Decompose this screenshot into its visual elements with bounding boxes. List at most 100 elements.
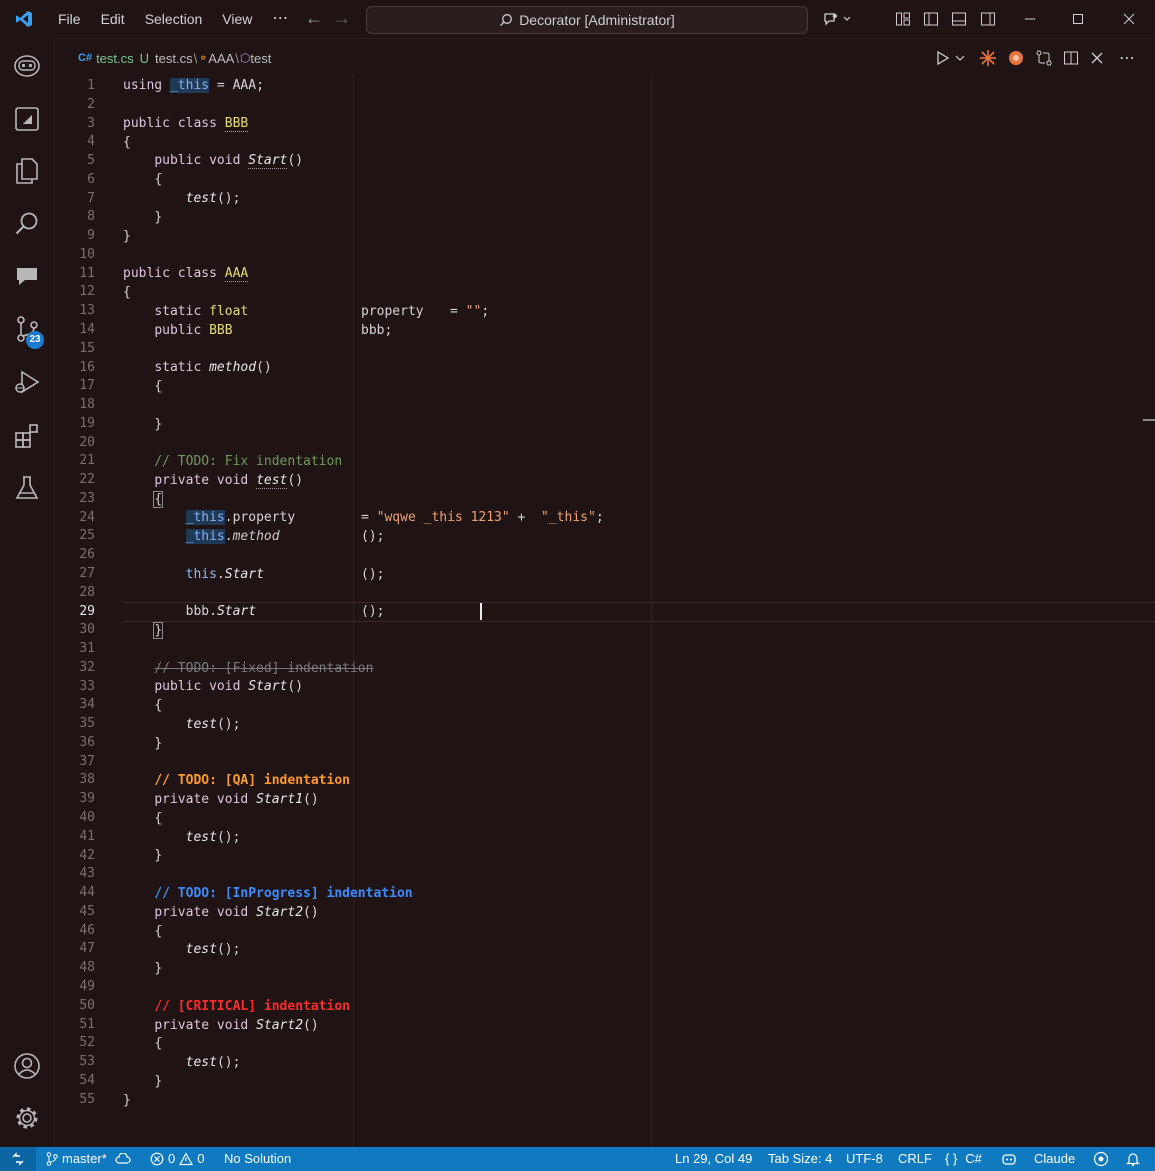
code-line: } [55,208,1155,227]
breadcrumb-file[interactable]: test.cs [155,51,193,66]
settings-gear-icon[interactable] [11,1102,43,1134]
explorer-icon[interactable] [11,155,43,187]
chat-status-icon[interactable] [1093,1147,1109,1171]
code-editor[interactable]: 1 2 3 4 5 6 7 8 9 10 11 12 13 14 15 16 17 18 19 20 21 22 23 24 2… [55,75,1155,1147]
code-token: static [154,304,202,319]
code-token: Start2 [256,905,304,920]
claude-status[interactable]: Claude [1034,1147,1075,1171]
code-token: _this [185,510,225,525]
error-icon [150,1152,164,1166]
menu-selection[interactable]: Selection [135,0,213,38]
extensions-icon[interactable] [11,420,43,452]
todo-comment-fixed: // TODO: [Fixed] indentation [154,661,374,676]
run-icon[interactable] [935,50,951,66]
remote-indicator-icon[interactable] [0,1147,36,1171]
account-icon[interactable] [11,1050,43,1082]
code-token: () [303,1018,319,1033]
breadcrumb-member[interactable]: test [250,51,271,66]
minimize-icon[interactable] [1006,0,1054,38]
problems-status[interactable]: 0 0 [150,1147,204,1171]
menu-file[interactable]: File [48,0,91,38]
code-line: private void test() [55,471,1155,490]
code-token: private void [154,473,249,488]
code-line: _this.method (); [55,527,1155,546]
tab-size[interactable]: Tab Size: 4 [768,1147,832,1171]
toggle-panel-icon[interactable] [949,9,969,29]
menu-more[interactable]: ⋯ [262,0,298,38]
code-token: () [287,473,304,488]
copilot-icon[interactable] [11,50,43,82]
compare-changes-icon[interactable] [1035,49,1053,67]
code-token: test [185,1055,217,1070]
toggle-primary-sidebar-icon[interactable] [921,9,941,29]
menu-edit[interactable]: Edit [91,0,135,38]
code-token: float [209,304,249,319]
forward-arrow-icon[interactable]: → [328,8,356,29]
code-token: } [123,229,131,244]
back-arrow-icon[interactable]: ← [300,8,328,29]
close-window-icon[interactable] [1104,0,1154,38]
code-line: { [55,809,1155,828]
claude-burst-icon[interactable] [979,49,997,67]
run-debug-icon[interactable] [11,366,43,398]
code-token: method [232,529,280,544]
sync-cloud-icon[interactable] [115,1153,131,1165]
split-editor-icon[interactable] [1063,50,1079,66]
code-token: { [123,135,131,150]
close-icon[interactable] [1091,52,1103,64]
code-token: property [361,304,424,319]
code-line: { [55,696,1155,715]
code-line: // TODO: [InProgress] indentation [55,884,1155,903]
code-token: private void [154,792,249,807]
line-number-label: 15 [79,341,95,356]
matching-bracket: } [153,622,164,639]
chat-icon[interactable] [11,260,43,292]
error-count: 0 [168,1151,176,1166]
line-number-label: 43 [79,866,95,881]
maximize-icon[interactable] [1054,0,1102,38]
code-token: . [209,604,217,619]
source-control-badge: 23 [26,331,44,349]
vscode-logo-icon [0,0,48,38]
more-actions-icon[interactable]: ⋯ [1119,48,1135,68]
breadcrumb-class[interactable]: AAA [208,51,234,66]
code-line: { [55,377,1155,396]
tab-test-cs[interactable]: test.cs [96,51,134,66]
class-symbol-icon: ⚬ [198,51,209,65]
copilot-sparkle-icon[interactable] [820,9,854,29]
code-token: { [154,924,163,939]
breadcrumb-separator: \ [193,50,198,66]
claude-code-icon[interactable] [1007,49,1025,67]
code-line: // TODO: [QA] indentation [55,771,1155,790]
code-line: test(); [55,189,1155,208]
csharp-file-icon: C# [78,52,93,64]
todo-comment: // TODO: Fix indentation [154,454,343,469]
code-token: (); [361,567,385,582]
code-token: public void [154,679,241,694]
code-token: Start [248,153,288,169]
code-token: test [185,191,217,206]
end-of-line[interactable]: CRLF [898,1147,932,1171]
search-icon[interactable] [11,208,43,240]
encoding[interactable]: UTF-8 [846,1147,883,1171]
command-center[interactable]: Decorator [Administrator] [366,6,808,34]
cursor-position[interactable]: Ln 29, Col 49 [675,1147,752,1171]
todo-comment-qa: // TODO: [QA] indentation [154,773,350,788]
branch-status[interactable]: master* [46,1147,131,1171]
copilot-status-icon[interactable] [1001,1147,1017,1171]
code-token: } [154,961,163,976]
code-token: () [287,153,304,168]
code-line: public class AAA [55,264,1155,283]
chevron-down-icon[interactable] [955,53,965,63]
testing-icon[interactable] [11,472,43,504]
toggle-secondary-sidebar-icon[interactable] [978,9,998,29]
solution-status[interactable]: No Solution [224,1147,291,1171]
panel-icon[interactable] [11,103,43,135]
code-token: + [509,510,542,525]
language-mode[interactable]: { } C# [945,1147,982,1171]
code-token: } [154,210,163,225]
menu-view[interactable]: View [212,0,262,38]
customize-layout-icon[interactable] [893,9,913,29]
code-line: } [55,415,1155,434]
notifications-bell-icon[interactable] [1126,1147,1140,1171]
